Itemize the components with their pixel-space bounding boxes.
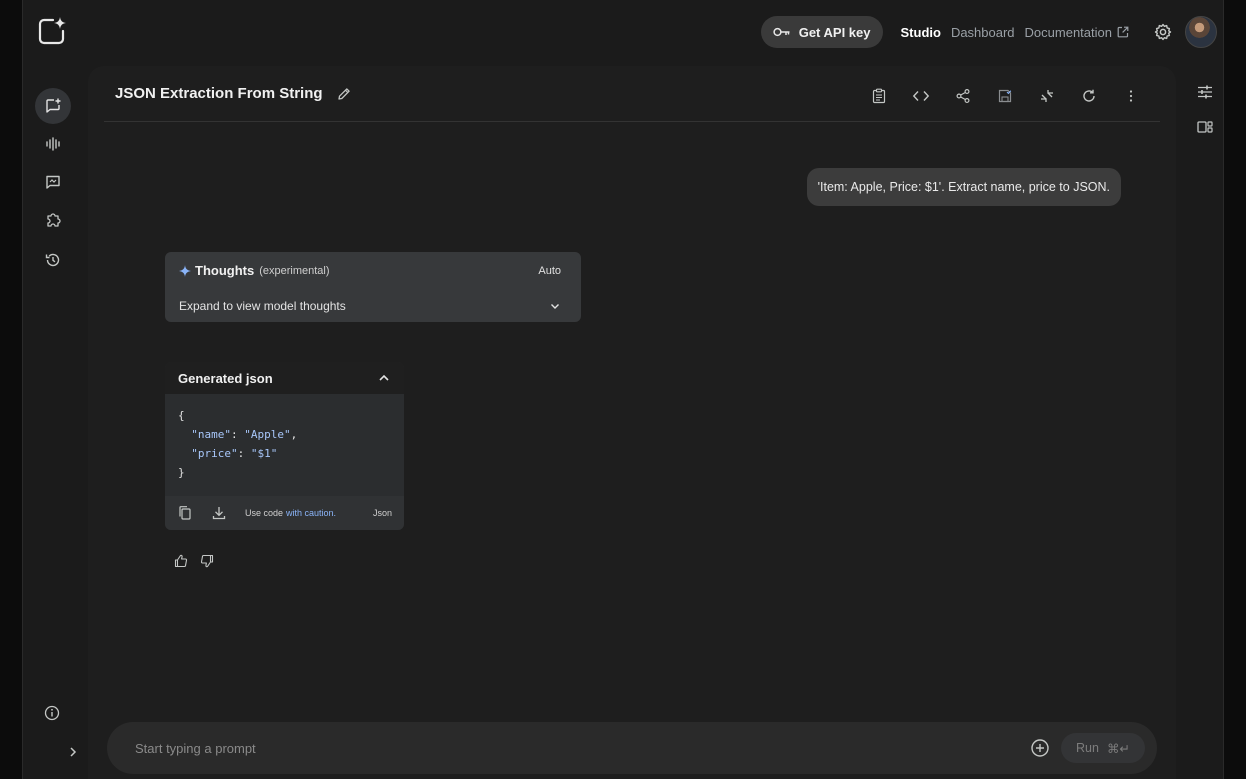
extension-icon	[47, 213, 61, 227]
code-language-label: Json	[372, 508, 392, 518]
chat-panel: JSON Extraction From String 'Item: Apple…	[88, 66, 1176, 779]
feedback-buttons	[174, 554, 214, 568]
thoughts-panel: Thoughts (experimental) Auto Expand to v…	[165, 252, 581, 322]
key-icon	[773, 27, 790, 37]
more-vert-icon	[1129, 90, 1133, 102]
thumbs-down-icon[interactable]	[200, 554, 214, 568]
chevron-down-icon	[551, 304, 559, 309]
code-line: }	[178, 463, 391, 482]
sidebar-item-chat[interactable]	[35, 164, 71, 200]
download-icon[interactable]	[211, 505, 227, 521]
code-value-price: "$1"	[250, 447, 278, 460]
nav-dashboard[interactable]: Dashboard	[951, 25, 1015, 40]
history-icon	[45, 253, 60, 267]
code-block-title: Generated json	[178, 370, 273, 386]
app-frame: Get API key Studio Dashboard Documentati…	[22, 0, 1224, 779]
get-code-button[interactable]	[900, 84, 942, 108]
thoughts-header: Thoughts (experimental) Auto	[179, 263, 561, 278]
get-api-key-label: Get API key	[798, 24, 871, 40]
media-gallery-icon	[1197, 121, 1213, 133]
code-block-footer: Use code with caution. Json	[165, 496, 404, 530]
expand-sidebar-chevron-icon[interactable]	[65, 744, 81, 760]
edit-pencil-icon[interactable]	[336, 86, 352, 102]
code-block: Generated json { "name": "Apple", "price…	[165, 362, 404, 530]
copy-icon[interactable]	[177, 505, 193, 521]
caution-link[interactable]: with caution.	[286, 508, 336, 518]
nav-documentation[interactable]: Documentation	[1025, 25, 1129, 40]
run-shortcut: ⌘↵	[1106, 741, 1130, 756]
chevron-up-icon[interactable]	[377, 371, 391, 385]
get-api-key-button[interactable]: Get API key	[760, 16, 883, 48]
expand-thoughts-toggle[interactable]: Expand to view model thoughts	[179, 299, 561, 313]
refresh-icon	[1083, 89, 1095, 102]
settings-gear-icon[interactable]	[1153, 22, 1173, 42]
audio-wave-icon	[46, 137, 60, 151]
page-title: JSON Extraction From String	[115, 85, 323, 102]
code-key-price: "price"	[191, 447, 238, 460]
code-value-name: "Apple"	[244, 428, 291, 441]
chat-header: JSON Extraction From String	[104, 66, 1160, 122]
nav-documentation-label: Documentation	[1024, 24, 1112, 40]
code-line: "name": "Apple",	[191, 428, 298, 441]
prompt-bar: Run ⌘↵	[107, 722, 1157, 774]
thoughts-title: Thoughts	[195, 263, 255, 278]
code-content: { "name": "Apple", "price": "$1" }	[165, 394, 404, 496]
sparkle-icon	[179, 264, 191, 277]
message-icon	[46, 175, 60, 189]
run-button[interactable]: Run ⌘↵	[1061, 733, 1145, 763]
code-brace-open: {	[178, 409, 185, 422]
sidebar-item-history[interactable]	[35, 242, 71, 278]
code-line: {	[178, 406, 391, 425]
sidebar-item-stream[interactable]	[35, 126, 71, 162]
reset-button[interactable]	[1068, 84, 1110, 108]
chat-toolbar	[858, 84, 1152, 108]
compare-button[interactable]	[1026, 84, 1068, 108]
code-icon	[912, 91, 930, 101]
thoughts-experimental-tag: (experimental)	[259, 264, 330, 277]
add-media-plus-icon[interactable]	[1030, 738, 1050, 758]
sidebar-item-new-chat[interactable]	[35, 88, 71, 124]
tune-icon	[1198, 85, 1212, 99]
code-line: "price": "$1"	[191, 447, 278, 460]
expand-thoughts-label: Expand to view model thoughts	[179, 299, 346, 313]
share-icon	[956, 89, 970, 104]
user-avatar[interactable]	[1185, 16, 1217, 48]
share-button[interactable]	[942, 84, 984, 108]
external-link-icon	[1117, 26, 1129, 38]
studio-logo-icon[interactable]	[37, 16, 67, 46]
compare-arrows-icon	[1041, 90, 1053, 102]
info-icon[interactable]	[43, 704, 61, 722]
user-message-bubble: 'Item: Apple, Price: $1'. Extract name, …	[806, 168, 1121, 206]
nav-studio[interactable]: Studio	[901, 25, 941, 40]
prompt-input[interactable]	[135, 739, 995, 757]
more-options-button[interactable]	[1110, 84, 1152, 108]
code-block-header: Generated json	[165, 362, 404, 394]
user-message-text: 'Item: Apple, Price: $1'. Extract name, …	[817, 180, 1110, 194]
thumbs-up-icon[interactable]	[174, 554, 188, 568]
chat-add-icon	[46, 98, 61, 113]
code-brace-close: }	[178, 466, 185, 479]
top-nav: Get API key Studio Dashboard Documentati…	[760, 0, 1223, 64]
code-key-name: "name"	[191, 428, 231, 441]
caution-text: Use code	[245, 508, 284, 518]
save-button[interactable]	[984, 84, 1026, 108]
run-settings-button[interactable]	[1193, 80, 1217, 104]
sidebar-item-extensions[interactable]	[35, 202, 71, 238]
clipboard-button[interactable]	[858, 84, 900, 108]
media-panel-button[interactable]	[1193, 115, 1217, 139]
run-label: Run	[1076, 741, 1099, 755]
thoughts-mode-label: Auto	[538, 264, 561, 277]
clipboard-icon	[872, 88, 886, 104]
left-sidebar	[23, 64, 83, 779]
save-drive-icon	[998, 89, 1012, 103]
